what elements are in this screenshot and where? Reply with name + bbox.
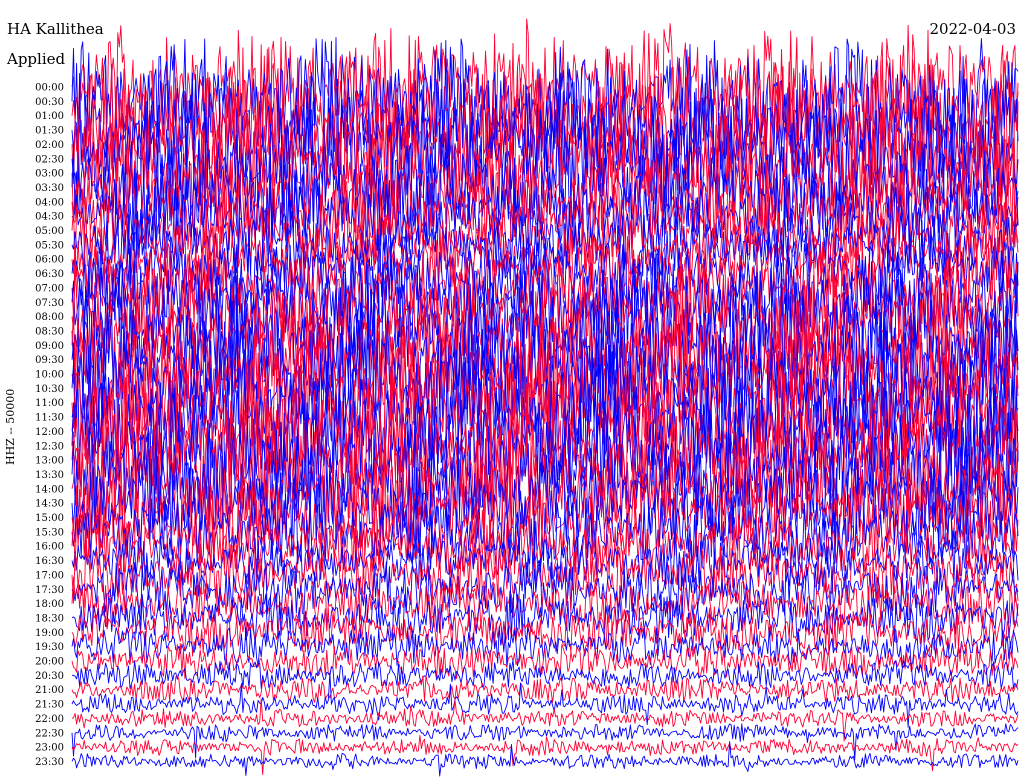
time-tick-label: 14:00: [35, 484, 64, 495]
time-tick-label: 06:00: [35, 255, 64, 266]
time-tick-label: 11:00: [35, 398, 64, 409]
time-tick-label: 19:30: [35, 642, 64, 653]
time-tick-label: 08:00: [35, 312, 64, 323]
time-tick-label: 01:00: [35, 111, 64, 122]
time-tick-label: 10:30: [35, 384, 64, 395]
time-tick-label: 01:30: [35, 126, 64, 137]
time-tick-label: 13:30: [35, 470, 64, 481]
time-tick-label: 02:30: [35, 154, 64, 165]
time-tick-label: 21:00: [35, 685, 64, 696]
time-tick-label: 08:30: [35, 326, 64, 337]
time-tick-label: 00:30: [35, 97, 64, 108]
time-tick-label: 05:30: [35, 240, 64, 251]
time-tick-label: 03:00: [35, 169, 64, 180]
time-tick-label: 15:00: [35, 513, 64, 524]
time-tick-label: 10:00: [35, 370, 64, 381]
time-tick-label: 22:00: [35, 714, 64, 725]
time-tick-label: 03:30: [35, 183, 64, 194]
time-tick-label: 16:30: [35, 556, 64, 567]
time-tick-label: 04:30: [35, 212, 64, 223]
time-tick-label: 07:00: [35, 283, 64, 294]
time-tick-label: 12:00: [35, 427, 64, 438]
time-tick-label: 19:00: [35, 628, 64, 639]
time-tick-label: 23:30: [35, 757, 64, 768]
helicorder-page: HA Kallithea Applied 2022-04-03 HHZ -- 5…: [0, 0, 1024, 780]
time-tick-label: 20:00: [35, 657, 64, 668]
time-tick-label: 23:00: [35, 743, 64, 754]
time-tick-label: 18:30: [35, 613, 64, 624]
time-tick-label: 02:00: [35, 140, 64, 151]
time-tick-label: 00:00: [35, 83, 64, 94]
time-tick-label: 18:00: [35, 599, 64, 610]
time-tick-label: 07:30: [35, 298, 64, 309]
time-tick-label: 09:00: [35, 341, 64, 352]
time-tick-label: 16:00: [35, 542, 64, 553]
time-tick-label: 22:30: [35, 728, 64, 739]
time-tick-label: 21:30: [35, 700, 64, 711]
time-tick-label: 15:30: [35, 527, 64, 538]
time-tick-label: 17:30: [35, 585, 64, 596]
time-tick-label: 20:30: [35, 671, 64, 682]
time-tick-label: 06:30: [35, 269, 64, 280]
time-tick-label: 14:30: [35, 499, 64, 510]
time-tick-label: 09:30: [35, 355, 64, 366]
time-tick-label: 04:00: [35, 197, 64, 208]
time-tick-label: 13:00: [35, 456, 64, 467]
time-tick-label: 17:00: [35, 570, 64, 581]
time-tick-label: 05:00: [35, 226, 64, 237]
time-tick-label: 12:30: [35, 441, 64, 452]
time-tick-label: 11:30: [35, 413, 64, 424]
seismic-trace: [71, 734, 1019, 776]
helicorder-plot: 00:00 00:30 01:00 01:30 02:00 02:30 03:00 03:30…: [35, 18, 1019, 777]
